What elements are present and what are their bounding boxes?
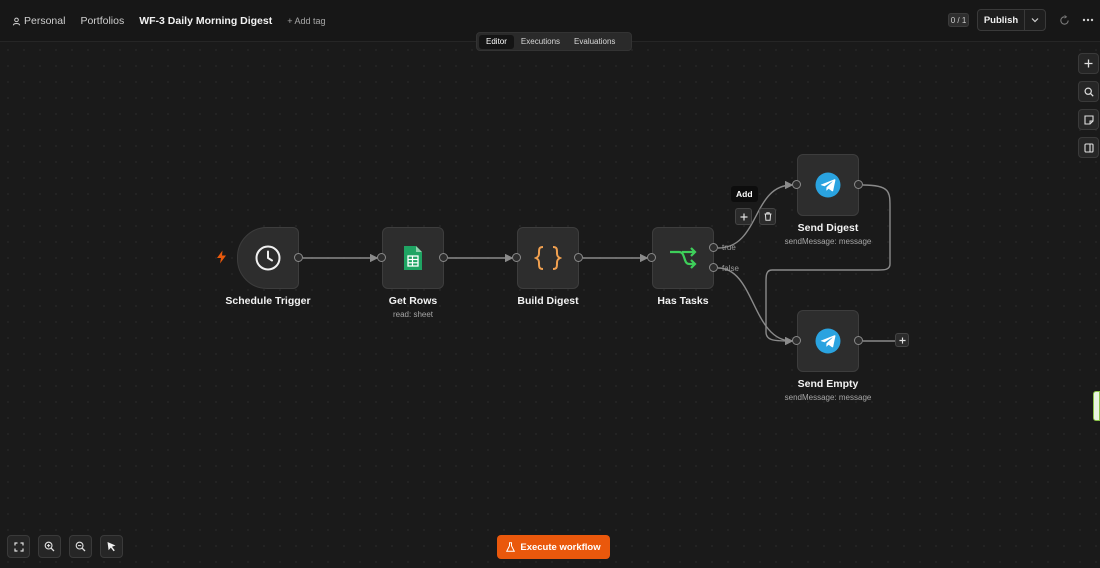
cursor-pointer-icon — [107, 542, 116, 552]
telegram-icon — [815, 172, 841, 198]
node-has-tasks[interactable] — [652, 227, 714, 289]
output-handle[interactable] — [294, 253, 303, 262]
toggle-panel-button[interactable] — [1078, 137, 1099, 158]
false-branch-label: false — [722, 264, 739, 273]
version-counter: 0 / 1 — [948, 13, 969, 27]
output-handle[interactable] — [439, 253, 448, 262]
input-handle[interactable] — [647, 253, 656, 262]
panel-right-icon — [1083, 142, 1094, 153]
node-send-digest[interactable] — [797, 154, 859, 216]
project-link[interactable]: Personal — [12, 15, 65, 27]
true-branch-label: true — [722, 243, 736, 252]
node-schedule-trigger[interactable] — [237, 227, 299, 289]
add-tag-button[interactable]: + Add tag — [287, 16, 325, 26]
clock-icon — [255, 245, 281, 271]
node-send-empty[interactable] — [797, 310, 859, 372]
output-handle[interactable] — [854, 180, 863, 189]
publish-button[interactable]: Publish — [978, 10, 1025, 30]
workflow-canvas[interactable]: Schedule Trigger Get Rows read: sheet Bu… — [0, 42, 1100, 568]
input-handle[interactable] — [792, 180, 801, 189]
user-icon — [12, 17, 21, 25]
node-label: Get Rows — [388, 295, 438, 307]
plus-icon — [898, 336, 906, 344]
view-tabs: Editor Executions Evaluations — [476, 32, 632, 51]
if-branch-icon — [670, 247, 697, 269]
fit-view-icon — [13, 541, 24, 552]
flask-icon — [506, 542, 516, 552]
workflow-title[interactable]: WF-3 Daily Morning Digest — [139, 15, 272, 27]
project-name: Personal — [24, 15, 66, 27]
output-handle[interactable] — [574, 253, 583, 262]
node-label: Send Digest — [797, 222, 859, 234]
add-tooltip: Add — [731, 186, 758, 202]
trigger-bolt-icon — [217, 250, 226, 264]
search-nodes-button[interactable] — [1078, 81, 1099, 102]
google-sheets-icon — [404, 246, 422, 270]
add-next-node-button[interactable] — [895, 333, 909, 347]
zoom-out-icon — [75, 541, 86, 552]
telegram-icon — [815, 328, 841, 354]
node-get-rows[interactable] — [382, 227, 444, 289]
node-build-digest[interactable] — [517, 227, 579, 289]
folder-link[interactable]: Portfolios — [80, 15, 124, 27]
tab-executions[interactable]: Executions — [514, 35, 567, 49]
history-icon — [1059, 14, 1069, 25]
input-handle[interactable] — [792, 336, 801, 345]
plus-icon — [1084, 59, 1093, 68]
node-label: Build Digest — [517, 295, 579, 307]
publish-options-button[interactable] — [1025, 17, 1045, 23]
history-button[interactable] — [1057, 13, 1071, 27]
trash-icon — [764, 212, 771, 221]
false-output-handle[interactable] — [709, 263, 718, 272]
node-label: Schedule Trigger — [225, 295, 311, 307]
add-node-button[interactable] — [1078, 53, 1099, 74]
side-widget-tab[interactable] — [1093, 391, 1100, 421]
node-subtitle: sendMessage: message — [784, 393, 872, 402]
chevron-down-icon — [1031, 18, 1039, 23]
more-horizontal-icon — [1082, 18, 1094, 22]
zoom-in-button[interactable] — [38, 535, 61, 558]
sticky-note-icon — [1083, 114, 1094, 125]
zoom-out-button[interactable] — [69, 535, 92, 558]
pointer-mode-button[interactable] — [100, 535, 123, 558]
publish-button-group: Publish — [977, 9, 1046, 31]
search-icon — [1083, 86, 1094, 97]
zoom-in-icon — [44, 541, 55, 552]
true-output-handle[interactable] — [709, 243, 718, 252]
connection-false-to-send-empty[interactable] — [717, 267, 794, 346]
tab-editor[interactable]: Editor — [479, 34, 514, 49]
more-options-button[interactable] — [1081, 13, 1095, 27]
plus-icon — [740, 213, 747, 220]
edge-delete-button[interactable] — [759, 208, 776, 225]
output-handle[interactable] — [854, 336, 863, 345]
execute-workflow-button[interactable]: Execute workflow — [497, 535, 610, 559]
sticky-note-button[interactable] — [1078, 109, 1099, 130]
input-handle[interactable] — [377, 253, 386, 262]
node-subtitle: sendMessage: message — [784, 237, 872, 246]
tab-evaluations[interactable]: Evaluations — [567, 35, 622, 49]
fit-view-button[interactable] — [7, 535, 30, 558]
node-label: Send Empty — [797, 378, 859, 390]
braces-icon — [534, 246, 562, 270]
breadcrumb: Personal Portfolios WF-3 Daily Morning D… — [12, 14, 326, 28]
execute-label: Execute workflow — [520, 541, 601, 553]
node-subtitle: read: sheet — [392, 310, 434, 319]
edge-add-node-button[interactable] — [735, 208, 752, 225]
node-label: Has Tasks — [657, 295, 709, 307]
input-handle[interactable] — [512, 253, 521, 262]
